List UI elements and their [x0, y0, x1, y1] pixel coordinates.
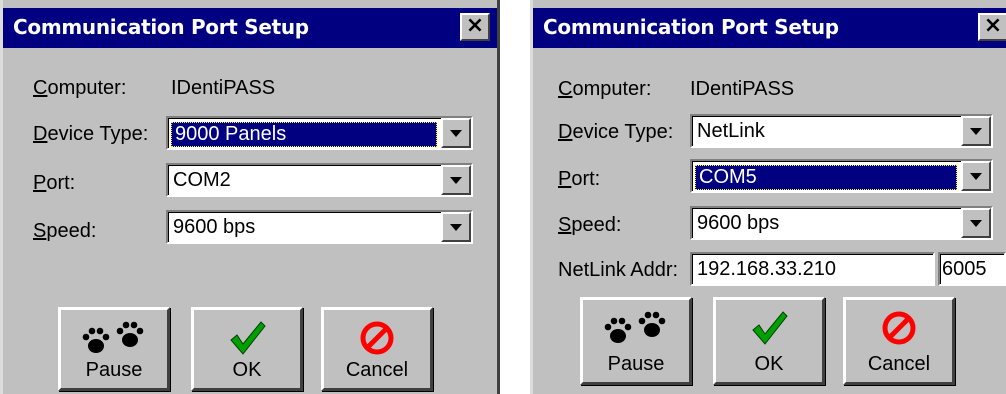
device-type-select[interactable]: 9000 Panels — [166, 116, 473, 150]
ok-button-label: OK — [754, 353, 784, 375]
paw-prints-icon — [604, 311, 666, 343]
computer-label: Computer: — [33, 77, 126, 100]
port-label-hotkey: P — [33, 172, 47, 194]
pause-button-label: Pause — [85, 359, 143, 381]
port-select[interactable]: COM5 — [690, 159, 993, 193]
ok-button[interactable]: OK — [191, 307, 303, 391]
computer-label-hotkey: C — [558, 78, 573, 100]
device-type-selected-value: NetLink — [697, 120, 765, 142]
netlink-ip-value: 192.168.33.210 — [697, 258, 837, 280]
title-bar: Communication Port Setup × — [3, 8, 497, 48]
ok-button[interactable]: OK — [713, 297, 825, 385]
dialog-title: Communication Port Setup — [543, 15, 839, 39]
ok-button-label: OK — [232, 359, 262, 381]
pause-button[interactable]: Pause — [580, 297, 692, 385]
port-selected-value: COM2 — [173, 169, 231, 191]
computer-label-rest: omputer: — [572, 78, 652, 100]
device-type-label: Device Type: — [558, 121, 673, 144]
computer-label-hotkey: C — [33, 77, 48, 99]
device-type-label-hotkey: D — [33, 123, 48, 145]
speed-label-hotkey: S — [558, 214, 572, 236]
port-label-rest: ort: — [46, 172, 76, 194]
cancel-button-label: Cancel — [345, 359, 409, 381]
speed-dropdown-button[interactable] — [441, 212, 471, 242]
close-button[interactable]: × — [460, 13, 490, 41]
computer-value: IDentiPASS — [690, 78, 795, 100]
netlink-port-value: 6005 — [942, 258, 987, 280]
cancel-button[interactable]: Cancel — [843, 297, 955, 385]
device-type-label: Device Type: — [33, 123, 148, 146]
port-selected-value: COM5 — [695, 165, 957, 190]
port-dropdown-button[interactable] — [441, 165, 471, 195]
cancel-button[interactable]: Cancel — [321, 307, 433, 391]
netlink-ip-input[interactable]: 192.168.33.210 — [690, 252, 935, 286]
close-button[interactable]: × — [978, 13, 1006, 41]
device-type-dropdown-button[interactable] — [441, 118, 471, 148]
close-icon: × — [465, 13, 485, 38]
device-type-label-rest: evice Type: — [47, 123, 149, 145]
computer-label: Computer: — [558, 78, 651, 101]
speed-label: Speed: — [33, 220, 96, 243]
port-label: Port: — [33, 172, 75, 195]
speed-label-rest: peed: — [46, 220, 97, 242]
speed-select[interactable]: 9600 bps — [166, 210, 473, 244]
pause-button-label: Pause — [607, 353, 665, 375]
close-icon: × — [983, 13, 1003, 38]
device-type-label-hotkey: D — [558, 121, 573, 143]
dialog-title: Communication Port Setup — [13, 15, 309, 39]
device-type-dropdown-button[interactable] — [961, 116, 991, 146]
port-label-hotkey: P — [558, 168, 572, 190]
cancel-button-label: Cancel — [867, 353, 931, 375]
comm-port-setup-dialog-2: Communication Port Setup × Computer: IDe… — [530, 0, 1006, 394]
port-label: Port: — [558, 168, 600, 191]
no-symbol-icon — [360, 321, 394, 355]
comm-port-setup-dialog-1: Communication Port Setup × Computer: IDe… — [0, 0, 500, 394]
netlink-port-input[interactable]: 6005 — [938, 252, 1006, 286]
speed-selected-value: 9600 bps — [173, 216, 256, 238]
speed-label: Speed: — [558, 214, 621, 237]
device-type-select[interactable]: NetLink — [690, 114, 993, 148]
pause-button[interactable]: Pause — [58, 307, 170, 391]
speed-label-rest: peed: — [571, 214, 622, 236]
speed-label-hotkey: S — [33, 220, 47, 242]
paw-prints-icon — [82, 321, 144, 353]
speed-dropdown-button[interactable] — [961, 208, 991, 238]
checkmark-icon — [230, 321, 266, 355]
no-symbol-icon — [882, 311, 916, 345]
netlink-addr-label: NetLink Addr: — [558, 259, 679, 281]
checkmark-icon — [752, 311, 788, 345]
port-label-rest: ort: — [571, 168, 601, 190]
computer-value: IDentiPASS — [171, 77, 276, 99]
device-type-selected-value: 9000 Panels — [171, 122, 437, 147]
speed-select[interactable]: 9600 bps — [690, 206, 993, 240]
port-select[interactable]: COM2 — [166, 163, 473, 197]
device-type-label-rest: evice Type: — [572, 121, 674, 143]
port-dropdown-button[interactable] — [961, 161, 991, 191]
title-bar: Communication Port Setup × — [533, 8, 1006, 48]
computer-label-rest: omputer: — [47, 77, 127, 99]
speed-selected-value: 9600 bps — [697, 212, 780, 234]
